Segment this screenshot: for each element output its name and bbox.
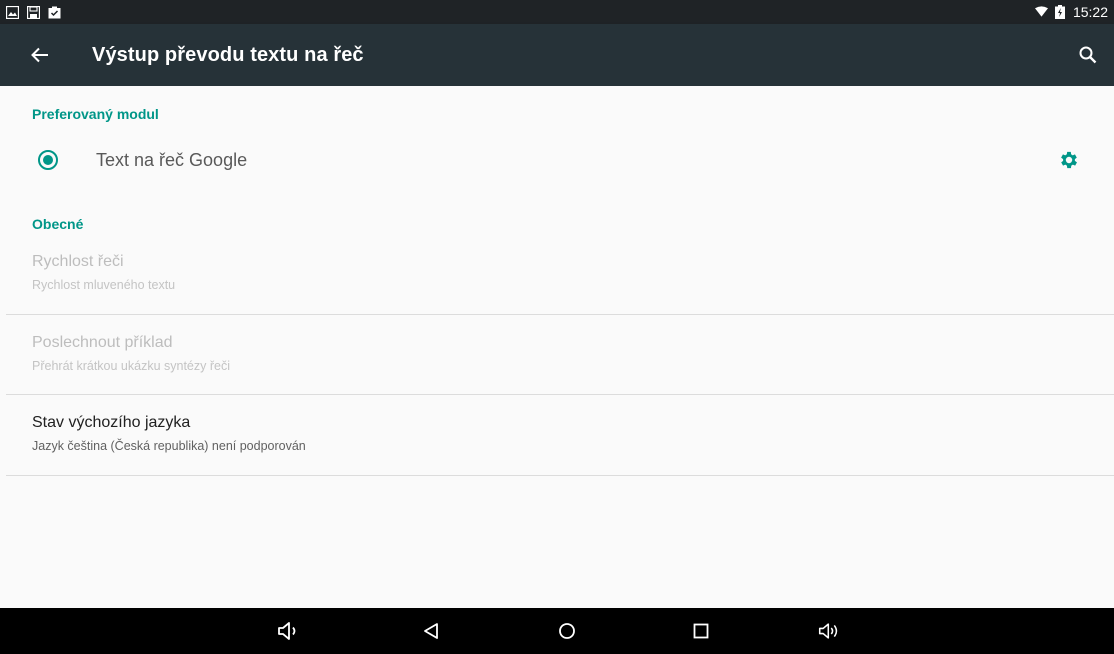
status-right: 15:22 xyxy=(1034,4,1108,20)
screen: 15:22 Výstup převodu textu na řeč Prefer… xyxy=(0,0,1114,654)
navigate-up-button[interactable] xyxy=(28,43,52,67)
pref-listen-example[interactable]: Poslechnout příklad Přehrát krátkou ukáz… xyxy=(0,317,1114,397)
home-icon xyxy=(559,623,575,639)
nav-back-button[interactable] xyxy=(419,619,443,643)
pref-default-language-status[interactable]: Stav výchozího jazyka Jazyk čeština (Čes… xyxy=(0,397,1114,477)
status-time: 15:22 xyxy=(1072,4,1108,20)
pref-summary: Jazyk čeština (Česká republika) není pod… xyxy=(32,439,306,453)
nav-home-button[interactable] xyxy=(555,619,579,643)
volume-up-icon xyxy=(818,623,838,639)
notification-icons xyxy=(6,5,61,19)
engine-settings-button[interactable] xyxy=(1058,149,1080,171)
status-bar: 15:22 xyxy=(0,0,1114,24)
gear-icon xyxy=(1061,151,1077,169)
pref-summary: Přehrát krátkou ukázku syntézy řeči xyxy=(32,359,230,373)
back-icon xyxy=(424,623,438,639)
search-icon xyxy=(1079,46,1097,64)
divider xyxy=(6,394,1114,395)
page-title: Výstup převodu textu na řeč xyxy=(92,43,364,66)
pref-title: Stav výchozího jazyka xyxy=(32,414,191,431)
section-header-preferred-engine: Preferovaný modul xyxy=(32,106,159,122)
pref-summary: Rychlost mluveného textu xyxy=(32,278,176,292)
pref-title: Poslechnout příklad xyxy=(32,334,173,351)
engine-radio-button[interactable] xyxy=(38,150,58,170)
volume-down-icon xyxy=(278,622,296,640)
wifi-icon xyxy=(1034,6,1048,19)
arrow-back-icon xyxy=(31,47,48,63)
navigation-bar xyxy=(0,608,1114,654)
engine-row-google[interactable]: Text na řeč Google xyxy=(0,132,1114,188)
settings-list: Preferovaný modul Text na řeč Google Obe… xyxy=(0,86,1114,608)
pref-title: Rychlost řeči xyxy=(32,253,124,270)
volume-down-button[interactable] xyxy=(277,619,301,643)
task-notification-icon xyxy=(48,6,61,19)
volume-up-button[interactable] xyxy=(818,619,842,643)
recents-icon xyxy=(693,623,709,639)
divider xyxy=(6,314,1114,315)
engine-label: Text na řeč Google xyxy=(96,149,248,170)
divider xyxy=(6,475,1114,476)
search-button[interactable] xyxy=(1076,43,1100,67)
pref-speech-rate[interactable]: Rychlost řeči Rychlost mluveného textu xyxy=(0,236,1114,316)
save-notification-icon xyxy=(27,5,40,19)
radio-selected-dot xyxy=(43,155,53,165)
battery-charging-icon xyxy=(1054,5,1067,19)
app-bar: Výstup převodu textu na řeč xyxy=(0,24,1114,86)
image-notification-icon xyxy=(6,5,19,19)
nav-recents-button[interactable] xyxy=(689,619,713,643)
section-header-general: Obecné xyxy=(32,216,84,232)
